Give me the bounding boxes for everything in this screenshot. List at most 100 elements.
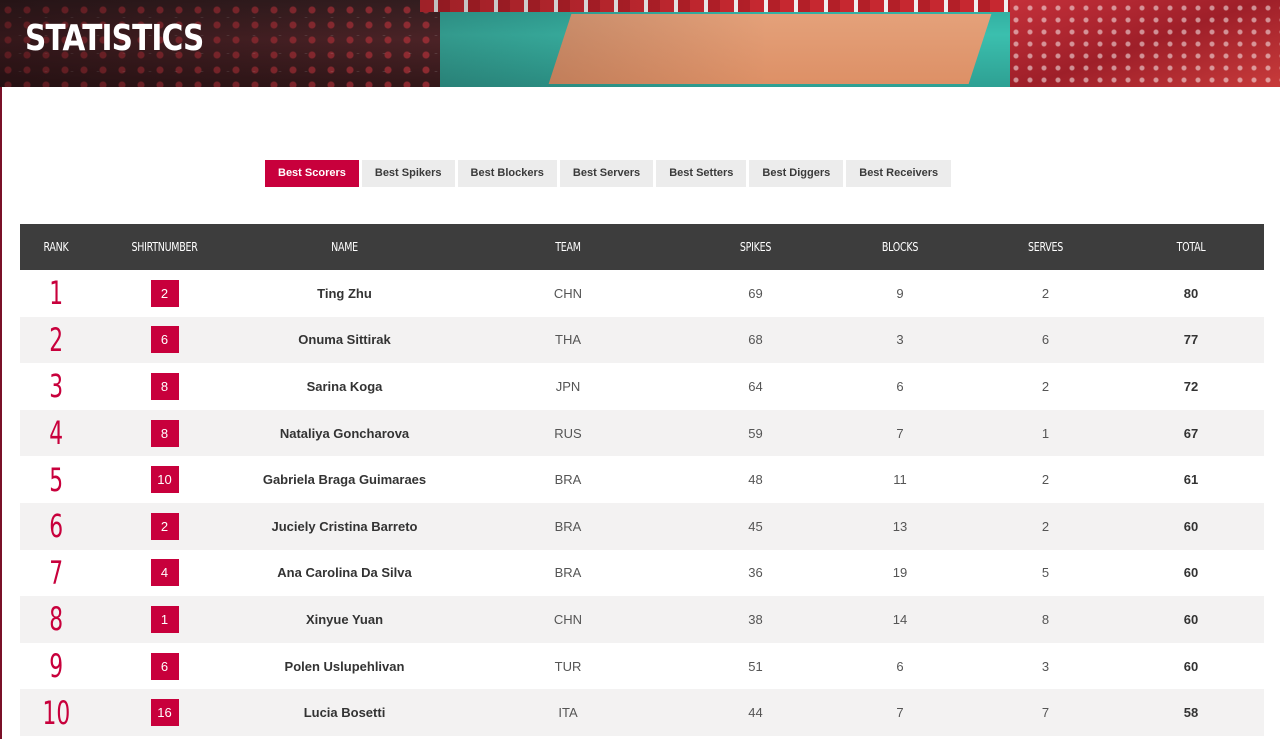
table-row: 3 8 Sarina Koga JPN 64 6 2 72 [20, 363, 1264, 410]
shirt-number-badge: 1 [150, 605, 179, 633]
shirt-number-badge: 6 [150, 326, 179, 354]
total-value: 60 [1183, 658, 1199, 674]
rank-number: 7 [49, 553, 63, 592]
spikes-value: 68 [748, 332, 763, 348]
blocks-value: 9 [896, 285, 904, 301]
table-row: 10 16 Lucia Bosetti ITA 44 7 7 58 [20, 689, 1264, 736]
tab-best-servers[interactable]: Best Servers [559, 160, 654, 187]
column-header-name[interactable]: NAME [250, 240, 439, 254]
total-value: 61 [1183, 472, 1199, 488]
spikes-value: 64 [748, 378, 763, 394]
blocks-value: 11 [893, 472, 907, 488]
player-name[interactable]: Xinyue Yuan [306, 612, 383, 627]
page-left-border [0, 0, 2, 739]
tab-best-diggers[interactable]: Best Diggers [749, 160, 844, 187]
column-header-shirtnumber[interactable]: SHIRTNUMBER [101, 240, 229, 254]
team-code: ITA [558, 705, 578, 721]
table-row: 2 6 Onuma Sittirak THA 68 3 6 77 [20, 316, 1264, 364]
serves-value: 2 [1041, 472, 1050, 488]
blocks-value: 6 [896, 378, 904, 394]
serves-value: 1 [1041, 425, 1050, 441]
page-title: STATISTICS [25, 18, 204, 59]
player-name[interactable]: Juciely Cristina Barreto [272, 519, 418, 534]
blocks-value: 6 [896, 658, 904, 674]
rank-number: 1 [49, 274, 63, 313]
spikes-value: 45 [748, 518, 763, 534]
column-header-spikes[interactable]: SPIKES [693, 240, 819, 254]
spikes-value: 59 [748, 425, 763, 441]
column-header-serves[interactable]: SERVES [982, 240, 1110, 254]
total-value: 67 [1183, 425, 1199, 441]
rank-number: 9 [49, 647, 63, 686]
tab-best-spikers[interactable]: Best Spikers [361, 160, 455, 187]
total-value: 77 [1183, 332, 1199, 348]
column-header-blocks[interactable]: BLOCKS [836, 240, 964, 254]
table-row: 7 4 Ana Carolina Da Silva BRA 36 19 5 60 [20, 550, 1264, 597]
team-code: THA [555, 332, 581, 348]
rank-number: 8 [49, 600, 63, 639]
total-value: 60 [1183, 565, 1199, 581]
rank-number: 6 [49, 507, 63, 546]
team-code: RUS [554, 425, 582, 441]
player-name[interactable]: Lucia Bosetti [304, 705, 386, 720]
rank-number: 4 [49, 414, 63, 453]
column-header-rank[interactable]: RANK [24, 240, 87, 254]
column-header-total[interactable]: TOTAL [1127, 240, 1255, 254]
rank-number: 2 [49, 320, 63, 359]
serves-value: 5 [1041, 565, 1050, 581]
player-name[interactable]: Sarina Koga [307, 379, 383, 394]
shirt-number-badge: 6 [150, 652, 179, 680]
team-code: BRA [554, 472, 582, 488]
spikes-value: 69 [748, 285, 763, 301]
spikes-value: 38 [748, 611, 763, 627]
statistics-table: RANK SHIRTNUMBER NAME TEAM SPIKES BLOCKS… [20, 224, 1264, 736]
tab-best-receivers[interactable]: Best Receivers [846, 160, 952, 187]
player-name[interactable]: Gabriela Braga Guimaraes [263, 472, 426, 487]
blocks-value: 19 [892, 565, 908, 581]
team-code: TUR [554, 658, 582, 674]
total-value: 58 [1183, 705, 1199, 721]
serves-value: 3 [1041, 658, 1050, 674]
player-name[interactable]: Ting Zhu [317, 286, 372, 301]
serves-value: 8 [1041, 611, 1050, 627]
serves-value: 6 [1041, 332, 1050, 348]
table-row: 6 2 Juciely Cristina Barreto BRA 45 13 2… [20, 502, 1264, 550]
blocks-value: 3 [896, 332, 904, 348]
column-header-team[interactable]: TEAM [466, 240, 670, 254]
player-name[interactable]: Nataliya Goncharova [280, 426, 409, 441]
team-code: CHN [553, 611, 583, 627]
spikes-value: 48 [748, 472, 763, 488]
team-code: CHN [553, 285, 583, 301]
serves-value: 2 [1041, 285, 1050, 301]
blocks-value: 7 [896, 705, 904, 721]
statistics-tabs: Best Scorers Best Spikers Best Blockers … [265, 160, 952, 187]
shirt-number-badge: 2 [150, 512, 179, 540]
table-body: 1 2 Ting Zhu CHN 69 9 2 80 2 6 Onuma Sit… [20, 270, 1264, 736]
blocks-value: 14 [892, 611, 908, 627]
table-row: 1 2 Ting Zhu CHN 69 9 2 80 [20, 270, 1264, 317]
spikes-value: 44 [748, 705, 763, 721]
table-row: 5 10 Gabriela Braga Guimaraes BRA 48 11 … [20, 456, 1264, 503]
serves-value: 2 [1041, 518, 1050, 534]
total-value: 60 [1183, 518, 1199, 534]
team-code: JPN [555, 378, 581, 394]
player-name[interactable]: Polen Uslupehlivan [285, 659, 405, 674]
blocks-value: 13 [892, 518, 908, 534]
team-code: BRA [554, 565, 582, 581]
table-header: RANK SHIRTNUMBER NAME TEAM SPIKES BLOCKS… [20, 224, 1264, 270]
shirt-number-badge: 16 [150, 699, 179, 727]
tab-best-setters[interactable]: Best Setters [656, 160, 747, 187]
rank-number: 3 [49, 367, 63, 406]
player-name[interactable]: Ana Carolina Da Silva [277, 565, 411, 580]
serves-value: 2 [1041, 378, 1050, 394]
team-code: BRA [554, 518, 582, 534]
hero-banner: STATISTICS [0, 0, 1280, 87]
spikes-value: 36 [748, 565, 763, 581]
tab-best-blockers[interactable]: Best Blockers [457, 160, 557, 187]
serves-value: 7 [1041, 705, 1050, 721]
shirt-number-badge: 4 [150, 559, 179, 587]
rank-number: 5 [49, 460, 63, 499]
player-name[interactable]: Onuma Sittirak [298, 332, 390, 347]
shirt-number-badge: 2 [150, 279, 179, 307]
tab-best-scorers[interactable]: Best Scorers [265, 160, 359, 187]
